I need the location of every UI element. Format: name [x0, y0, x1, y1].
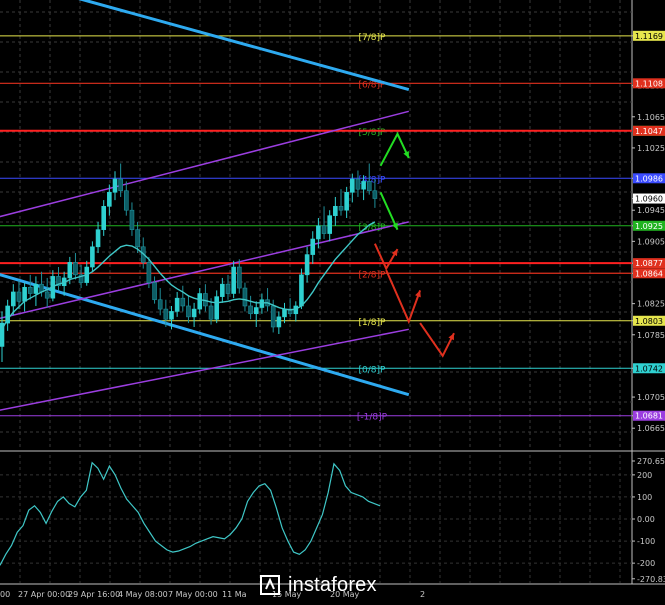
price-badge-label: 1.0803 [635, 317, 663, 326]
instaforex-logo: instaforex [258, 571, 377, 599]
candle-body [220, 283, 225, 297]
candle-body [11, 291, 16, 307]
candle-body [349, 178, 355, 193]
candle-body [90, 246, 95, 268]
candle-body [333, 206, 338, 216]
candle-body [152, 282, 157, 301]
candle-body [304, 254, 310, 276]
candle-body [248, 305, 253, 315]
price-badge-label: 1.0864 [635, 269, 663, 278]
price-tick-label: 1.0945 [637, 206, 665, 215]
candle-body [310, 238, 316, 255]
candle-body [129, 209, 135, 230]
candle-body [67, 262, 73, 279]
candle-body [270, 305, 276, 328]
candle-body [253, 307, 259, 315]
candle-body [344, 192, 349, 211]
candle-body [118, 178, 123, 192]
candle-body [208, 305, 214, 320]
candle-body [237, 266, 242, 289]
osc-tick-label: 100 [637, 493, 652, 502]
candle-body [180, 297, 186, 307]
candle-body [174, 297, 180, 312]
price-badge-label: 1.0681 [635, 412, 663, 421]
candle-body [95, 229, 101, 248]
candle-body [355, 178, 361, 190]
candle-body [282, 308, 287, 318]
candle-body [372, 190, 378, 199]
time-tick-label: 29 Apr 16:00 [68, 590, 120, 599]
level-label: [0/8]P [359, 365, 387, 375]
price-tick-label: 1.1025 [637, 144, 665, 153]
candle-body [135, 229, 140, 248]
time-tick-label: 00 [0, 590, 10, 599]
logo-icon [260, 575, 280, 595]
level-label: [7/8]P [359, 33, 387, 43]
price-badge-label: 1.0960 [635, 195, 663, 204]
candle-body [101, 206, 106, 230]
price-tick-label: 1.0905 [637, 237, 665, 246]
price-badge-label: 1.0877 [635, 259, 663, 268]
candle-body [73, 262, 78, 276]
price-badge-label: 1.0742 [635, 364, 663, 373]
candle-body [321, 225, 327, 234]
candle-body [299, 274, 304, 307]
candle-body [225, 283, 231, 294]
candle-body [316, 225, 321, 240]
osc-tick-label: 0.00 [637, 515, 655, 524]
osc-tick-label: 200 [637, 471, 652, 480]
candle-body [259, 299, 265, 308]
candle-body [186, 305, 191, 318]
candle-body [231, 266, 236, 294]
candle-body [338, 206, 344, 211]
candle-body [124, 190, 129, 211]
price-badge-label: 1.0925 [635, 222, 663, 231]
candle-body [33, 283, 39, 294]
price-tick-label: 1.0785 [637, 331, 665, 340]
osc-tick-label: -200 [637, 559, 655, 568]
candle-body [366, 181, 372, 192]
time-tick-label: 7 May 00:00 [168, 590, 218, 599]
level-label: [-1/8]P [357, 413, 388, 423]
time-tick-label: 11 Ma [222, 590, 247, 599]
price-tick-label: 1.0705 [637, 393, 665, 402]
candle-body [361, 181, 366, 190]
candle-body [27, 286, 33, 294]
candle-body [146, 262, 152, 283]
chart-canvas: [7/8]P[6/8]P[5/8]P[4/8]P[3/8]P[2/8]P[1/8… [0, 0, 665, 605]
level-label: [1/8]P [359, 318, 387, 328]
price-badge-label: 1.1169 [635, 32, 663, 41]
price-badge-label: 1.0986 [635, 174, 663, 183]
osc-tick-label: -100 [637, 537, 655, 546]
price-tick-label: 1.1065 [637, 113, 665, 122]
candle-body [276, 316, 282, 328]
candle-body [327, 215, 333, 234]
candle-body [169, 311, 174, 320]
candle-body [157, 299, 163, 310]
level-label: [5/8]P [359, 128, 387, 138]
osc-tick-label: 270.6586 [637, 457, 665, 466]
price-tick-label: 1.0825 [637, 300, 665, 309]
osc-tick-label: -270.834 [637, 575, 665, 584]
logo-text: instaforex [288, 573, 377, 596]
candle-body [197, 293, 203, 310]
time-tick-label: 4 May 08:00 [118, 590, 168, 599]
candle-body [16, 291, 22, 302]
price-tick-label: 1.0665 [637, 424, 665, 433]
price-badge-label: 1.1108 [635, 79, 663, 88]
price-badge-label: 1.1047 [635, 127, 663, 136]
candle-body [44, 291, 50, 299]
candle-body [191, 308, 197, 318]
candle-body [22, 286, 27, 302]
time-tick-label: 27 Apr 00:00 [18, 590, 70, 599]
candle-body [107, 192, 112, 207]
candle-body [163, 308, 169, 320]
level-label: [2/8]P [359, 270, 387, 280]
time-tick-label: 2 [420, 590, 425, 599]
candle-body [242, 287, 248, 307]
candle-body [214, 296, 219, 320]
candle-body [112, 178, 118, 193]
